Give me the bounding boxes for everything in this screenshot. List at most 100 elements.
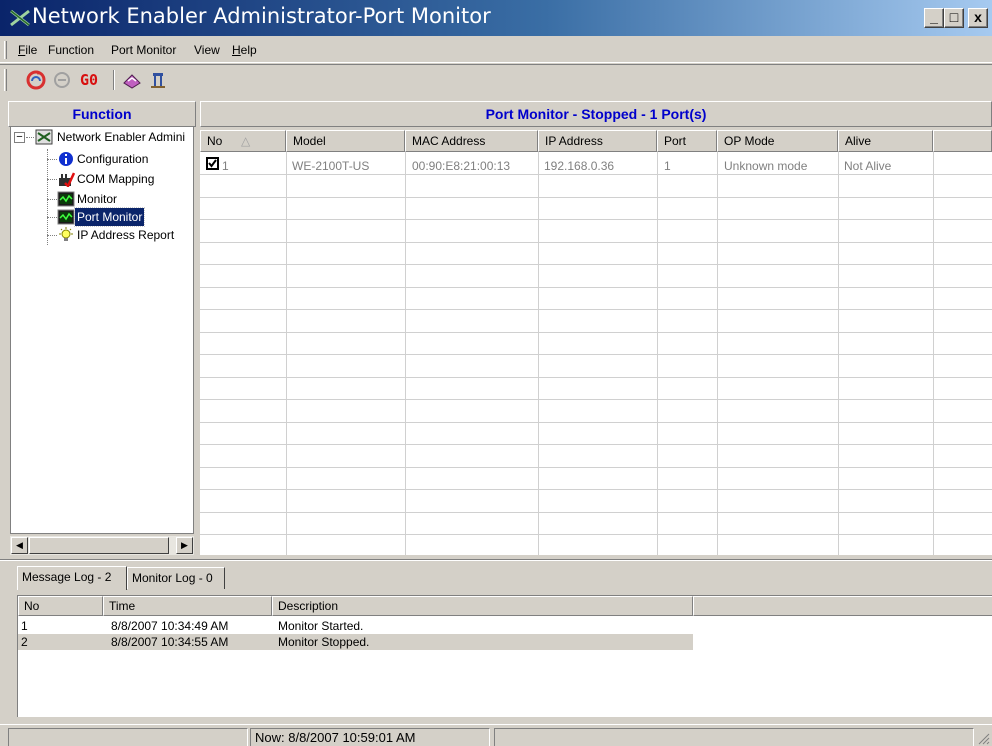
horizontal-splitter[interactable] bbox=[0, 559, 992, 561]
grid-line bbox=[200, 197, 992, 198]
column-header-op-mode[interactable]: OP Mode bbox=[717, 130, 838, 152]
toolbar-grip[interactable] bbox=[4, 69, 7, 91]
menu-view[interactable]: View bbox=[194, 43, 220, 57]
cell-op-mode: Unknown mode bbox=[724, 159, 808, 173]
tab-monitor-log[interactable]: Monitor Log - 0 bbox=[127, 567, 225, 589]
grid-line bbox=[200, 422, 992, 423]
row-checkbox[interactable] bbox=[206, 157, 219, 170]
checkmark-icon bbox=[208, 159, 217, 168]
tree-line bbox=[47, 149, 48, 245]
column-header-filler bbox=[933, 130, 992, 152]
log-cell-description: Monitor Stopped. bbox=[278, 635, 370, 649]
log-row[interactable]: 1 8/8/2007 10:34:49 AM Monitor Started. bbox=[18, 618, 693, 634]
maximize-button[interactable]: □ bbox=[944, 8, 964, 28]
function-panel-header: Function bbox=[8, 101, 196, 127]
refresh-icon bbox=[26, 70, 46, 90]
column-header-model[interactable]: Model bbox=[286, 130, 405, 152]
log-column-header-no[interactable]: No bbox=[18, 596, 103, 616]
tree-item-root[interactable]: Network Enabler Admini bbox=[55, 128, 187, 146]
grid-line bbox=[200, 399, 992, 400]
menu-port-monitor[interactable]: Port Monitor bbox=[111, 43, 176, 57]
log-cell-no: 2 bbox=[21, 635, 28, 649]
go-button[interactable]: G0 bbox=[80, 69, 112, 91]
grid-line bbox=[200, 377, 992, 378]
cell-model: WE-2100T-US bbox=[292, 159, 370, 173]
column-header-no[interactable]: No △ bbox=[200, 130, 286, 152]
stop-icon bbox=[54, 72, 70, 88]
cell-ip-address: 192.168.0.36 bbox=[544, 159, 615, 173]
menu-function[interactable]: Function bbox=[48, 43, 94, 57]
menu-grip[interactable] bbox=[4, 41, 7, 59]
grid-line bbox=[200, 332, 992, 333]
grid-line bbox=[200, 287, 992, 288]
stop-button[interactable] bbox=[50, 69, 74, 91]
status-bar: Now: 8/8/2007 10:59:01 AM bbox=[0, 724, 992, 746]
minimize-button[interactable]: _ bbox=[924, 8, 944, 28]
settings-tool-icon bbox=[123, 74, 141, 89]
info-icon bbox=[59, 152, 73, 166]
port-monitor-icon bbox=[57, 209, 75, 225]
grid-line bbox=[200, 489, 992, 490]
tab-message-log[interactable]: Message Log - 2 bbox=[17, 566, 127, 590]
grid-line bbox=[200, 174, 992, 175]
status-pane-empty bbox=[8, 728, 248, 746]
column-header-mac-address[interactable]: MAC Address bbox=[405, 130, 538, 152]
log-row[interactable]: 2 8/8/2007 10:34:55 AM Monitor Stopped. bbox=[18, 634, 693, 650]
column-header-ip-address[interactable]: IP Address bbox=[538, 130, 657, 152]
log-cell-time: 8/8/2007 10:34:55 AM bbox=[111, 635, 229, 649]
log-cell-time: 8/8/2007 10:34:49 AM bbox=[111, 619, 229, 633]
tree-item-com-mapping[interactable]: COM Mapping bbox=[75, 170, 156, 188]
tree-line bbox=[47, 235, 57, 236]
status-pane-right bbox=[494, 728, 974, 746]
app-icon bbox=[10, 9, 30, 27]
sort-ascending-icon: △ bbox=[241, 134, 251, 148]
network-root-icon bbox=[35, 129, 53, 145]
scroll-right-button[interactable]: ▶ bbox=[176, 537, 193, 554]
collapse-toggle[interactable]: − bbox=[14, 132, 25, 143]
log-column-header-time[interactable]: Time bbox=[103, 596, 272, 616]
tree-item-configuration[interactable]: Configuration bbox=[75, 150, 150, 168]
tree-line bbox=[47, 179, 57, 180]
refresh-button[interactable] bbox=[24, 69, 48, 91]
window-title: Network Enabler Administrator-Port Monit… bbox=[32, 4, 491, 28]
grid-line bbox=[200, 309, 992, 310]
title-bar[interactable]: Network Enabler Administrator-Port Monit… bbox=[0, 0, 992, 36]
message-log-list[interactable]: No Time Description 1 8/8/2007 10:34:49 … bbox=[17, 595, 992, 717]
monitor-icon bbox=[57, 191, 75, 207]
tree-line bbox=[47, 159, 57, 160]
menu-file[interactable]: File bbox=[18, 43, 37, 57]
column-header-alive[interactable]: Alive bbox=[838, 130, 933, 152]
exit-icon bbox=[151, 73, 165, 88]
resize-grip-icon[interactable] bbox=[976, 731, 990, 745]
lightbulb-icon bbox=[59, 227, 73, 241]
grid-line bbox=[200, 512, 992, 513]
log-cell-no: 1 bbox=[21, 619, 28, 633]
cell-no: 1 bbox=[222, 159, 229, 173]
settings-tool-button[interactable] bbox=[120, 69, 144, 91]
tree-horizontal-scrollbar[interactable]: ◀ ▶ bbox=[10, 536, 194, 555]
grid-line bbox=[200, 219, 992, 220]
toolbar-separator bbox=[113, 70, 115, 90]
menu-help[interactable]: Help bbox=[232, 43, 257, 57]
close-button[interactable]: x bbox=[968, 8, 988, 28]
scroll-left-button[interactable]: ◀ bbox=[11, 537, 28, 554]
cell-mac-address: 00:90:E8:21:00:13 bbox=[412, 159, 511, 173]
tree-item-port-monitor[interactable]: Port Monitor bbox=[73, 207, 146, 227]
grid-line bbox=[200, 354, 992, 355]
log-cell-description: Monitor Started. bbox=[278, 619, 364, 633]
log-column-header-description[interactable]: Description bbox=[272, 596, 693, 616]
tree-item-ip-address-report[interactable]: IP Address Report bbox=[75, 226, 176, 244]
com-mapping-icon bbox=[59, 172, 75, 187]
toolbar: G0 bbox=[0, 64, 992, 94]
scroll-thumb[interactable] bbox=[29, 537, 169, 554]
exit-button[interactable] bbox=[146, 69, 170, 91]
tree-line bbox=[47, 199, 57, 200]
tree-item-monitor[interactable]: Monitor bbox=[75, 190, 119, 208]
grid-line bbox=[200, 534, 992, 535]
grid-line bbox=[200, 242, 992, 243]
port-grid[interactable]: No △ Model MAC Address IP Address Port O… bbox=[200, 130, 992, 555]
grid-line bbox=[200, 444, 992, 445]
grid-line bbox=[200, 264, 992, 265]
column-header-port[interactable]: Port bbox=[657, 130, 717, 152]
function-tree[interactable]: − Network Enabler Admini Configuration C… bbox=[10, 126, 194, 534]
